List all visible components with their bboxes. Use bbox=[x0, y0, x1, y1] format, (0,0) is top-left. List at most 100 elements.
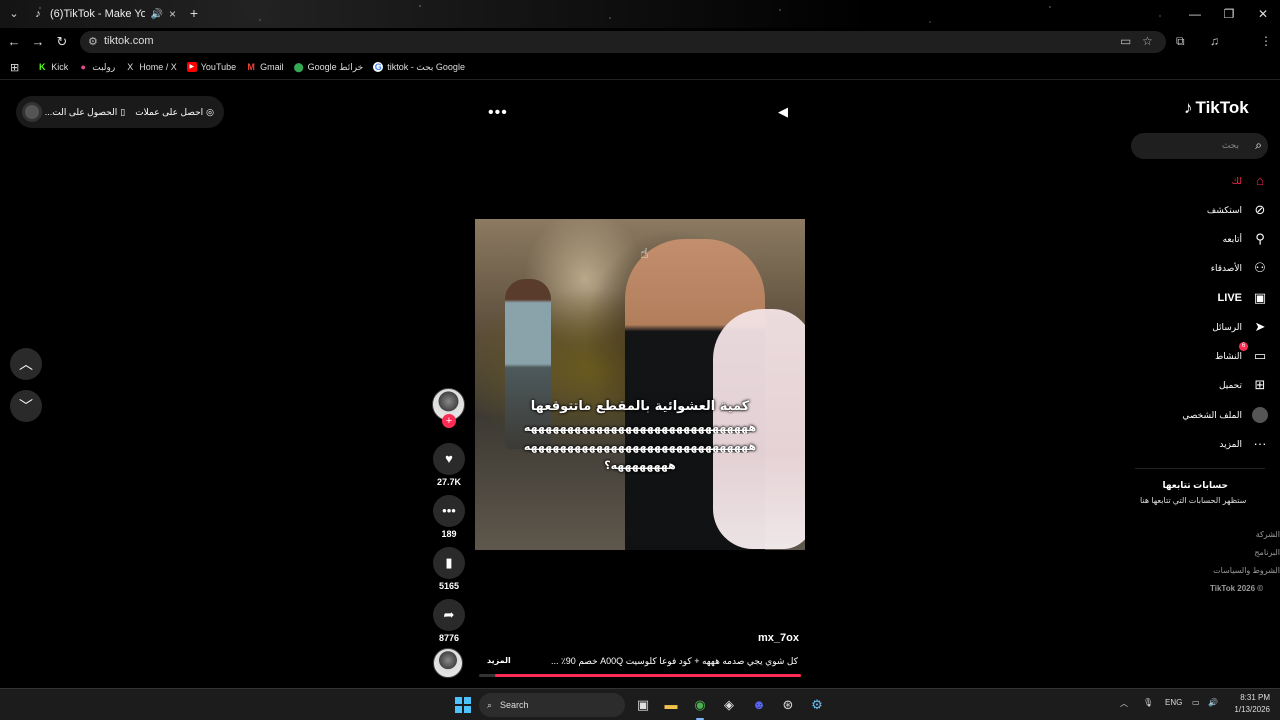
bookmark-star-icon[interactable]: ☆ bbox=[1142, 34, 1153, 48]
following-accounts-subtitle: ستظهر الحسابات التي تتابعها هنا bbox=[1140, 496, 1247, 505]
sidebar-item-profile[interactable]: الملف الشخصي bbox=[1130, 404, 1268, 426]
sidebar-item-more[interactable]: المزيد ··· bbox=[1130, 433, 1268, 455]
reload-icon[interactable]: ↻ bbox=[54, 34, 70, 50]
search-icon[interactable]: ⌕ bbox=[1255, 138, 1262, 153]
bookmark-label: Home / X bbox=[139, 62, 177, 72]
sidebar-item-messages[interactable]: الرسائل ➤ bbox=[1130, 316, 1268, 338]
sidebar-item-upload[interactable]: تحميل ⊞ bbox=[1130, 374, 1268, 396]
like-count: 27.7K bbox=[436, 477, 462, 487]
description-more-link[interactable]: المزيد bbox=[487, 656, 511, 665]
sidebar-item-live[interactable]: LIVE ▣ bbox=[1130, 287, 1268, 309]
following-icon: ⚲ bbox=[1255, 231, 1265, 246]
messages-icon: ➤ bbox=[1254, 319, 1266, 334]
steam-icon[interactable]: ⚙ bbox=[807, 695, 827, 715]
avatar[interactable] bbox=[22, 102, 42, 122]
new-tab-icon[interactable]: + bbox=[186, 5, 202, 21]
chrome-icon[interactable]: ◉ bbox=[690, 695, 710, 720]
sidebar-item-friends[interactable]: الأصدقاء ⚇ bbox=[1130, 257, 1268, 279]
gmail-icon: M bbox=[247, 62, 255, 72]
close-window-icon[interactable]: ✕ bbox=[1246, 0, 1280, 28]
microphone-icon[interactable]: 🎙 bbox=[1143, 698, 1153, 707]
apps-grid-icon[interactable]: ⊞ bbox=[10, 61, 19, 74]
sidebar-item-label: الملف الشخصي bbox=[1182, 409, 1242, 420]
minimize-icon[interactable]: — bbox=[1178, 0, 1212, 28]
video-progress-fill bbox=[495, 674, 801, 677]
browser-tab[interactable]: ♪ (6)TikTok - Make Your Day 🔊 × bbox=[26, 2, 182, 26]
promo-pill: ◎ احصل على عملات ▯ الحصول على الت... bbox=[16, 96, 224, 128]
footer-link-terms[interactable]: الشروط والسياسات bbox=[1200, 566, 1280, 575]
previous-video-button[interactable]: ︿ bbox=[10, 348, 42, 380]
file-explorer-icon[interactable]: ▬ bbox=[661, 695, 681, 715]
extensions-icon[interactable]: ⧉ bbox=[1176, 34, 1185, 49]
tab-close-icon[interactable]: × bbox=[169, 7, 176, 21]
bookmark-label: tiktok - بحث Google bbox=[387, 61, 465, 72]
bookmark-label: YouTube bbox=[200, 62, 237, 72]
tab-search-icon[interactable]: ⌄ bbox=[6, 6, 22, 22]
comment-button[interactable]: ••• bbox=[433, 495, 465, 527]
search-input[interactable] bbox=[1139, 137, 1239, 155]
system-clock[interactable]: 8:31 PM 1/13/2026 bbox=[1230, 692, 1270, 716]
windows-start-icon[interactable] bbox=[455, 697, 471, 713]
sidebar-item-label: الأصدقاء bbox=[1210, 262, 1242, 273]
footer-link-program[interactable]: البرنامج bbox=[1200, 548, 1280, 557]
sidebar-item-explore[interactable]: استكشف ⊘ bbox=[1130, 199, 1268, 221]
bookmark-icon: ▮ bbox=[445, 555, 453, 570]
x-icon: X bbox=[127, 62, 134, 72]
follow-plus-icon[interactable]: + bbox=[442, 414, 456, 428]
clock-time: 8:31 PM bbox=[1240, 693, 1270, 702]
share-button[interactable]: ➦ bbox=[433, 599, 465, 631]
share-count: 8776 bbox=[438, 633, 460, 643]
volume-icon[interactable]: 🔊 bbox=[1208, 698, 1218, 707]
post-username[interactable]: mx_7ox bbox=[758, 632, 799, 644]
bookmark-maps[interactable]: ⬤ Google خرائط bbox=[294, 62, 364, 73]
bookmark-google-search[interactable]: G tiktok - بحث Google bbox=[373, 62, 465, 73]
footer-link-company[interactable]: الشركة bbox=[1200, 530, 1280, 539]
mouse-pointer-icon: ☝ bbox=[640, 245, 649, 261]
audio-playing-icon[interactable]: 🔊 bbox=[151, 9, 163, 20]
get-coins-button[interactable]: ◎ احصل على عملات bbox=[135, 107, 214, 118]
copyright-text: TikTok 2026 © bbox=[1210, 584, 1264, 593]
app-icon[interactable]: ⊛ bbox=[778, 695, 798, 715]
sidebar-item-following[interactable]: أتابعه ⚲ bbox=[1130, 228, 1268, 250]
task-view-icon[interactable]: ▣ bbox=[633, 695, 653, 715]
tray-overflow-icon[interactable]: ︿ bbox=[1120, 698, 1128, 709]
forward-icon[interactable]: → bbox=[30, 34, 46, 50]
bookmark-youtube[interactable]: ▶ YouTube bbox=[186, 62, 237, 72]
live-icon: ▣ bbox=[1253, 290, 1267, 305]
tiktok-logo[interactable]: ♪ TikTok bbox=[1184, 98, 1249, 118]
bookmark-rollbit[interactable]: ● رولبت bbox=[78, 61, 116, 73]
volume-icon[interactable]: ◀ bbox=[778, 104, 788, 120]
address-bar[interactable]: ⚙ tiktok.com ▭ ☆ bbox=[80, 31, 1166, 53]
language-indicator[interactable]: ENG bbox=[1165, 698, 1182, 707]
tiktok-note-icon: ♪ bbox=[1184, 98, 1193, 117]
video-progress-bar[interactable] bbox=[479, 674, 801, 677]
taskbar-search[interactable]: ⌕ Search bbox=[479, 693, 625, 717]
sidebar-item-activity[interactable]: النشاط ▭ 6 bbox=[1130, 342, 1268, 367]
browser-menu-icon[interactable]: ⋮ bbox=[1260, 34, 1272, 48]
get-app-button[interactable]: ▯ الحصول على الت... bbox=[45, 107, 125, 118]
bookmark-x[interactable]: X Home / X bbox=[125, 62, 177, 72]
video-player[interactable]: كمية العشوائية بالمقطع ماتتوقعها ههههههه… bbox=[475, 219, 805, 550]
more-options-icon[interactable]: ••• bbox=[488, 104, 508, 122]
bookmark-label: رولبت bbox=[92, 61, 116, 72]
explore-icon: ⊘ bbox=[1254, 202, 1266, 217]
bookmark-label: Gmail bbox=[260, 62, 284, 72]
bookmark-gmail[interactable]: M Gmail bbox=[246, 62, 284, 72]
media-control-icon[interactable]: ♫ bbox=[1210, 34, 1219, 48]
bookmark-kick[interactable]: K Kick bbox=[37, 62, 68, 72]
display-icon[interactable]: ▭ bbox=[1192, 698, 1200, 707]
app-icon[interactable]: ◈ bbox=[719, 695, 739, 715]
like-button[interactable]: ♥ bbox=[433, 443, 465, 475]
next-creator-avatar[interactable] bbox=[433, 648, 463, 678]
sidebar-item-for-you[interactable]: لك ⌂ bbox=[1130, 170, 1268, 192]
sidebar-item-label: تحميل bbox=[1218, 379, 1242, 390]
site-info-icon[interactable]: ⚙ bbox=[88, 35, 98, 48]
restore-icon[interactable]: ❐ bbox=[1212, 0, 1246, 28]
youtube-icon: ▶ bbox=[186, 62, 197, 72]
discord-icon[interactable]: ☻ bbox=[749, 695, 769, 715]
save-button[interactable]: ▮ bbox=[433, 547, 465, 579]
next-video-button[interactable]: ﹀ bbox=[10, 390, 42, 422]
back-icon[interactable]: ← bbox=[6, 34, 22, 50]
install-app-icon[interactable]: ▭ bbox=[1120, 34, 1131, 48]
bookmark-label: Kick bbox=[51, 62, 69, 72]
